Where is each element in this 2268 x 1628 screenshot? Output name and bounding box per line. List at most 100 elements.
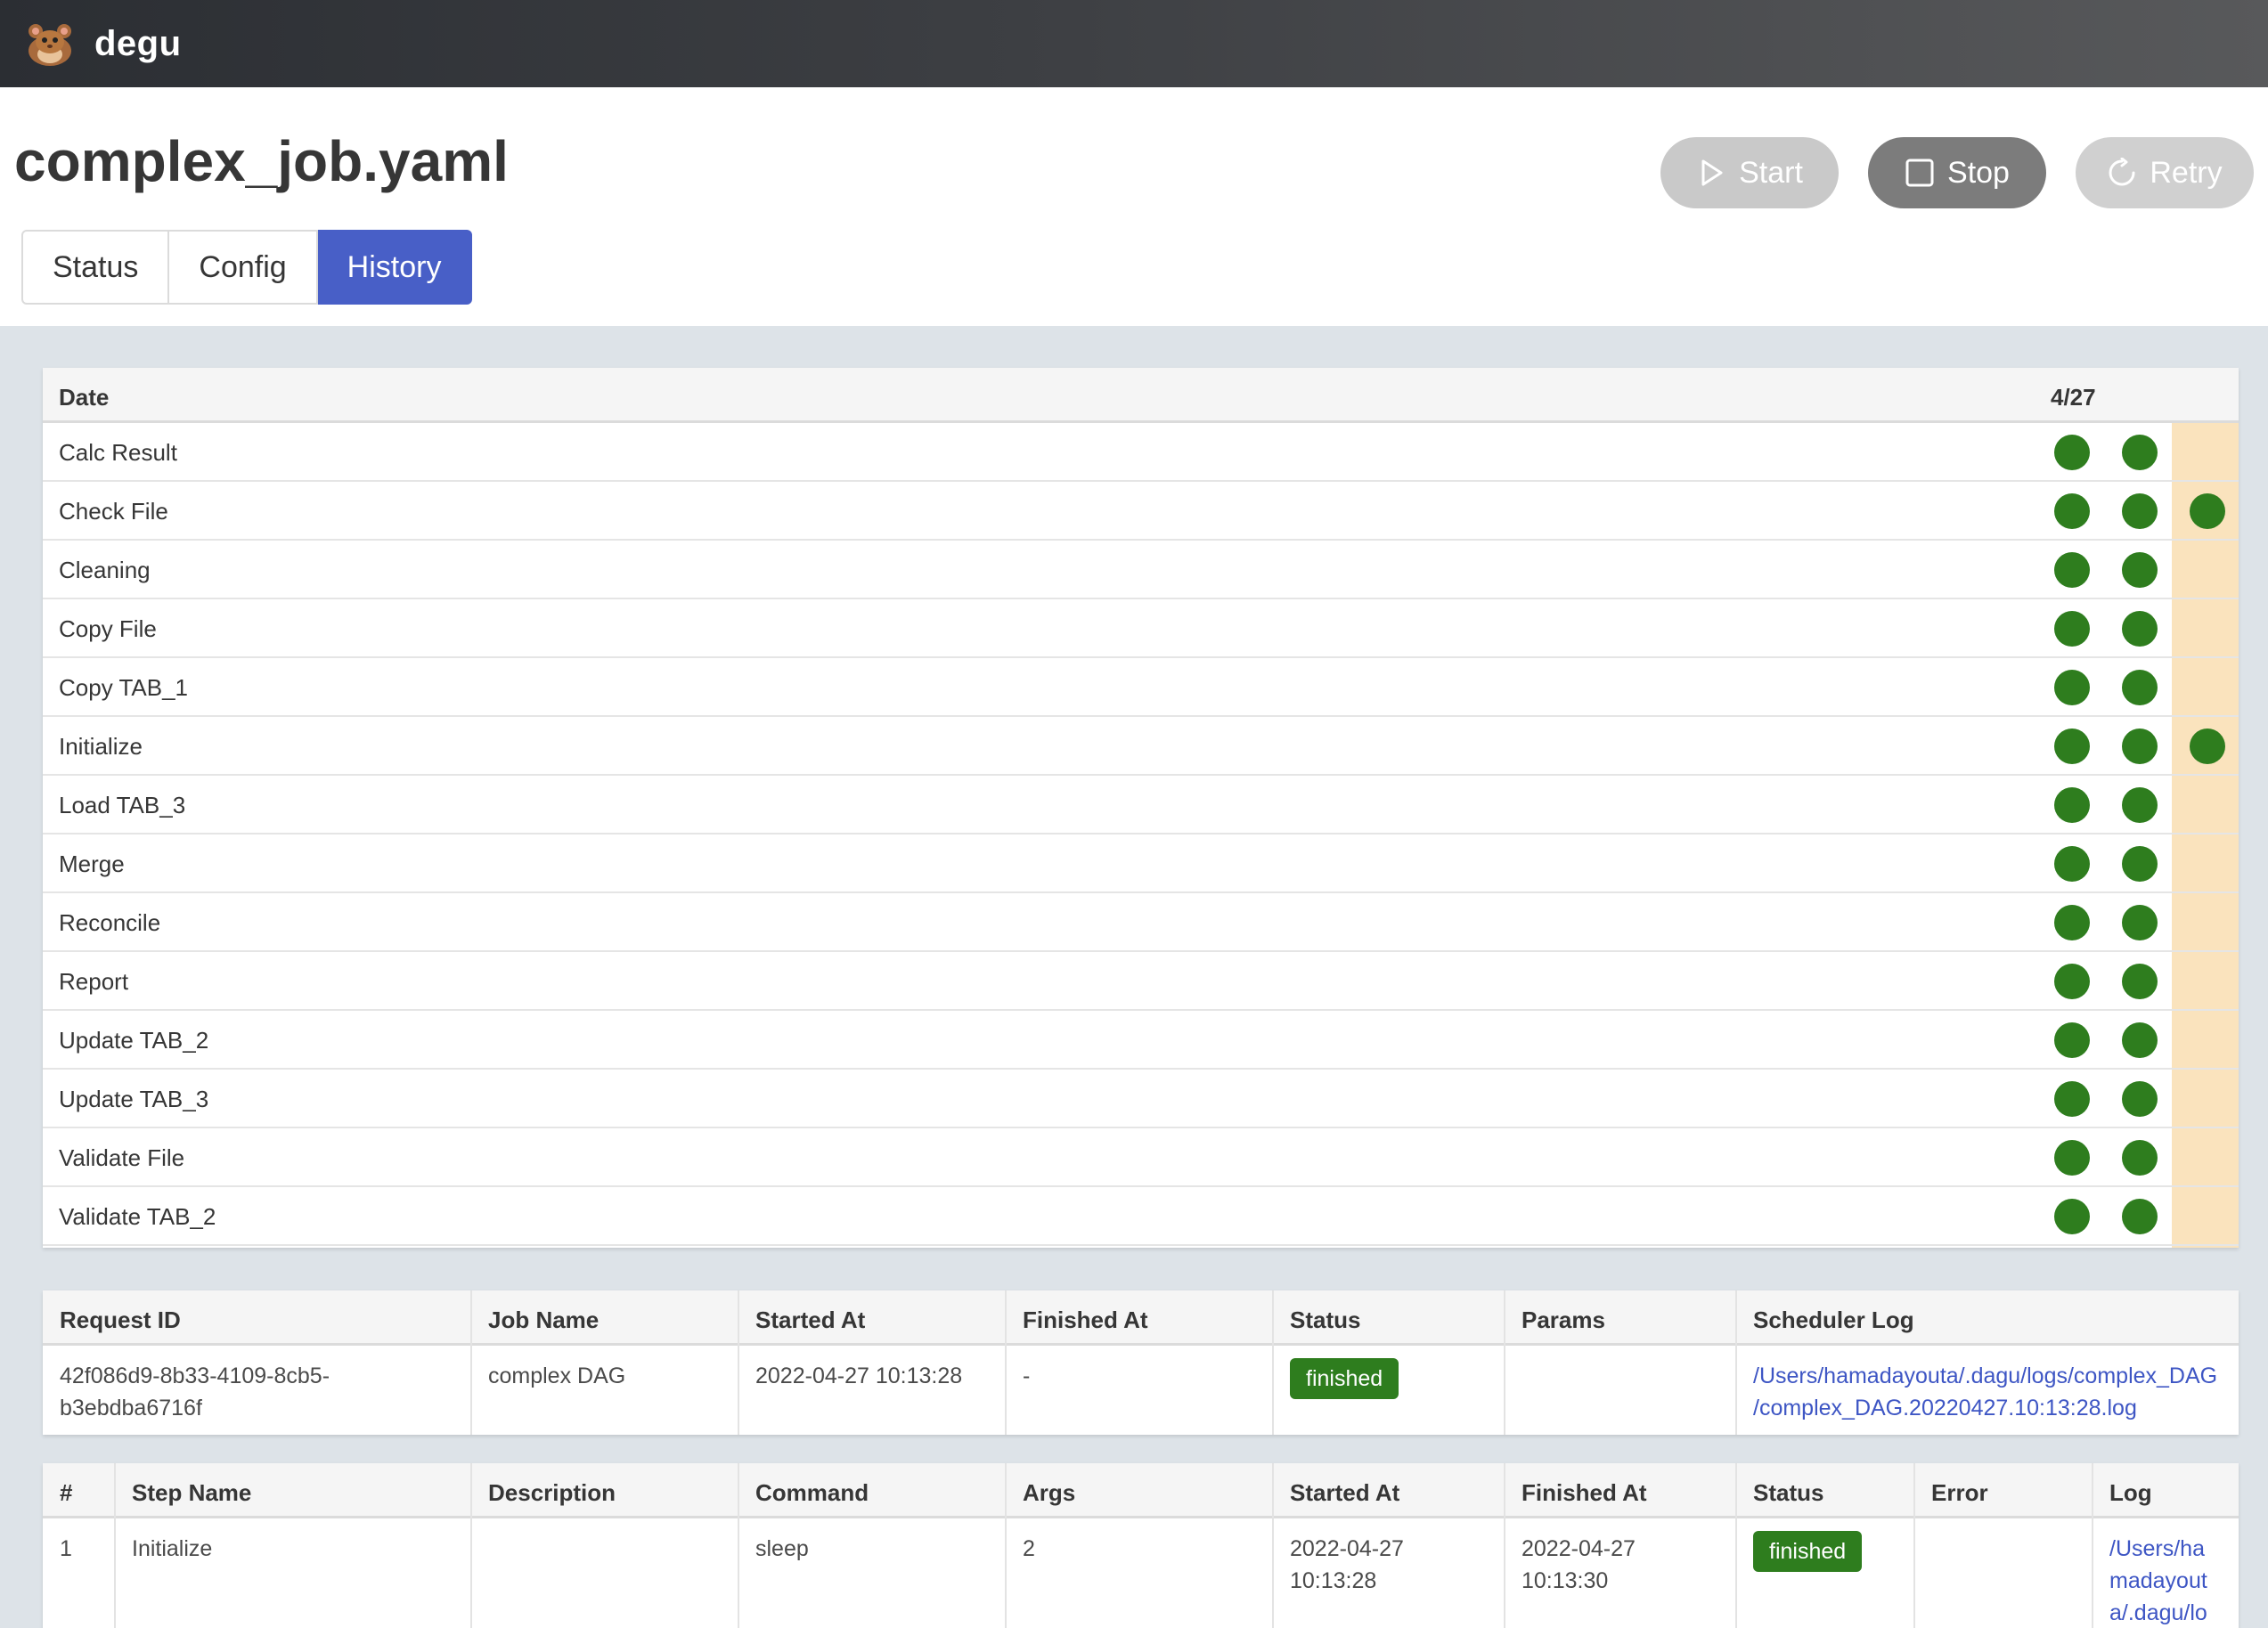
status-dot-icon[interactable] (2122, 964, 2158, 999)
status-dot-icon[interactable] (2122, 729, 2158, 764)
history-row: Copy TAB_1 (43, 658, 2239, 717)
step-name-label: Validate File (59, 1144, 185, 1171)
status-dot-icon[interactable] (2054, 846, 2090, 882)
request-id-line1: 42f086d9-8b33-4109-8cb5- (60, 1363, 330, 1388)
step-name-label: Update TAB_3 (59, 1086, 209, 1112)
tab-bar: Status Config History (21, 230, 473, 305)
history-row: Cleaning (43, 541, 2239, 599)
step-status-badge: finished (1753, 1531, 1863, 1572)
step-log-link-line1[interactable]: /Users/ha (2109, 1536, 2205, 1561)
page-title: complex_job.yaml (14, 129, 509, 193)
status-dot-icon[interactable] (2122, 846, 2158, 882)
status-header: Status (1290, 1306, 1361, 1333)
steps-table: # Step Name Description Command Args Sta… (43, 1463, 2239, 1628)
retry-button[interactable]: Retry (2076, 137, 2254, 208)
step-started-time: 10:13:28 (1290, 1568, 1377, 1593)
status-dot-icon[interactable] (2054, 1081, 2090, 1117)
status-dot-icon[interactable] (2054, 1199, 2090, 1234)
step-log-link-line2[interactable]: madayout (2109, 1568, 2207, 1593)
scheduler-log-link-line1[interactable]: /Users/hamadayouta/.dagu/logs/complex_DA… (1753, 1363, 2217, 1388)
history-row: Report (43, 952, 2239, 1011)
status-dot-icon[interactable] (2054, 552, 2090, 588)
step-status-header: Status (1753, 1479, 1824, 1506)
history-row: Calc Result (43, 423, 2239, 482)
history-row: Load TAB_3 (43, 776, 2239, 834)
step-name-label: Load TAB_3 (59, 792, 186, 818)
steps-table-header: # Step Name Description Command Args Sta… (43, 1463, 2239, 1518)
status-dot-icon[interactable] (2122, 1022, 2158, 1058)
log-header: Log (2109, 1479, 2152, 1506)
tab-config[interactable]: Config (169, 230, 318, 305)
status-dot-icon[interactable] (2122, 611, 2158, 647)
top-navbar: degu (0, 0, 2268, 87)
degu-logo-icon[interactable] (23, 19, 77, 69)
step-number-cell: 1 (60, 1536, 72, 1561)
request-id-header: Request ID (60, 1306, 181, 1333)
step-name-label: Copy TAB_1 (59, 674, 189, 701)
status-dot-icon[interactable] (2122, 1140, 2158, 1176)
status-dot-icon[interactable] (2054, 611, 2090, 647)
step-name-label: Validate TAB_2 (59, 1203, 216, 1230)
refresh-icon (2109, 158, 2135, 186)
status-dot-icon[interactable] (2054, 787, 2090, 823)
brand-name[interactable]: degu (94, 24, 182, 64)
step-name-header: Step Name (132, 1479, 252, 1506)
request-id-line2: b3ebdba6716f (60, 1396, 202, 1420)
status-dot-icon[interactable] (2122, 905, 2158, 940)
history-row: Check File (43, 482, 2239, 541)
stop-button[interactable]: Stop (1868, 137, 2046, 208)
history-row: Validate File (43, 1128, 2239, 1187)
status-dot-icon[interactable] (2122, 552, 2158, 588)
status-dot-icon[interactable] (2122, 787, 2158, 823)
started-at-cell: 2022-04-27 10:13:28 (755, 1363, 963, 1388)
request-table-header: Request ID Job Name Started At Finished … (43, 1290, 2239, 1346)
status-dot-icon[interactable] (2054, 905, 2090, 940)
step-name-label: Merge (59, 851, 125, 877)
status-badge: finished (1290, 1358, 1399, 1399)
step-log-link-line3[interactable]: a/.dagu/lo (2109, 1600, 2207, 1625)
start-button-label: Start (1739, 155, 1803, 190)
history-row: Update TAB_2 (43, 1011, 2239, 1070)
date-label: 4/27 (2051, 384, 2096, 411)
status-dot-icon[interactable] (2122, 1199, 2158, 1234)
status-dot-icon[interactable] (2054, 493, 2090, 529)
start-button[interactable]: Start (1660, 137, 1839, 208)
step-finished-at-cell: 2022-04-27 10:13:30 (1522, 1533, 1636, 1597)
status-dot-icon[interactable] (2122, 1081, 2158, 1117)
status-dot-icon[interactable] (2054, 729, 2090, 764)
status-dot-icon[interactable] (2054, 1022, 2090, 1058)
started-at-header: Started At (755, 1306, 866, 1333)
history-row: Copy File (43, 599, 2239, 658)
status-dot-icon[interactable] (2122, 435, 2158, 470)
step-name-label: Update TAB_2 (59, 1027, 209, 1054)
play-icon (1701, 159, 1723, 186)
step-finished-time: 10:13:30 (1522, 1568, 1609, 1593)
args-header: Args (1023, 1479, 1076, 1506)
step-name-label: Cleaning (59, 557, 151, 583)
history-row: Update TAB_3 (43, 1070, 2239, 1128)
history-row: Merge (43, 834, 2239, 893)
status-dot-icon[interactable] (2054, 670, 2090, 705)
tab-history[interactable]: History (317, 230, 473, 305)
action-buttons: Start Stop Retry (1660, 137, 2254, 208)
stop-icon (1905, 159, 1934, 187)
error-header: Error (1931, 1479, 1988, 1506)
status-dot-icon[interactable] (2122, 493, 2158, 529)
step-name-label: Initialize (59, 733, 143, 760)
command-cell: sleep (755, 1536, 809, 1561)
history-row: Reconcile (43, 893, 2239, 952)
status-dot-icon[interactable] (2054, 964, 2090, 999)
status-dot-icon[interactable] (2190, 493, 2225, 529)
step-number-header: # (60, 1479, 73, 1506)
step-finished-date: 2022-04-27 (1522, 1536, 1636, 1561)
status-dot-icon[interactable] (2054, 435, 2090, 470)
params-header: Params (1522, 1306, 1605, 1333)
scheduler-log-link-line2[interactable]: /complex_DAG.20220427.10:13:28.log (1753, 1396, 2137, 1420)
status-dot-icon[interactable] (2122, 670, 2158, 705)
tab-status[interactable]: Status (21, 230, 170, 305)
status-dot-icon[interactable] (2054, 1140, 2090, 1176)
step-log-cell[interactable]: /Users/ha madayout a/.dagu/lo (2109, 1533, 2207, 1628)
step-started-date: 2022-04-27 (1290, 1536, 1404, 1561)
status-dot-icon[interactable] (2190, 729, 2225, 764)
scheduler-log-cell[interactable]: /Users/hamadayouta/.dagu/logs/complex_DA… (1753, 1360, 2217, 1424)
